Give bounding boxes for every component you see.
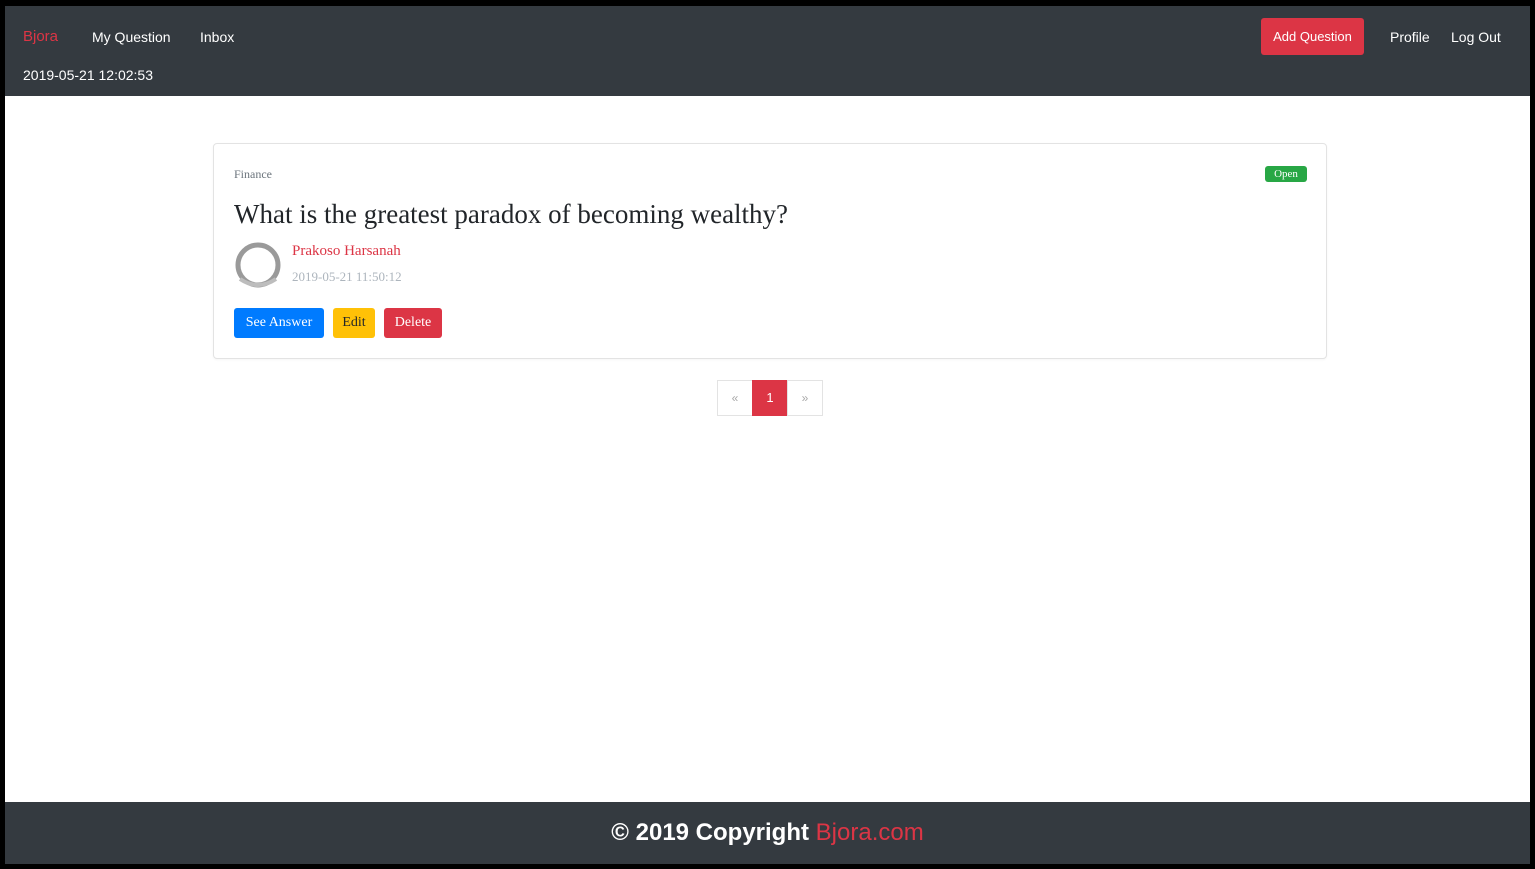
pagination: « 1 » [717, 380, 823, 416]
brand-link[interactable]: Bjora [23, 28, 58, 45]
app-window: Bjora My Question Inbox 2019-05-21 12:02… [5, 6, 1530, 864]
post-date: 2019-05-21 11:50:12 [292, 269, 402, 284]
current-datetime: 2019-05-21 12:02:53 [23, 67, 153, 83]
add-question-button[interactable]: Add Question [1261, 18, 1364, 55]
page-next-button[interactable]: » [787, 380, 823, 416]
nav-profile[interactable]: Profile [1390, 29, 1430, 45]
question-category: Finance [234, 167, 272, 181]
navbar: Bjora My Question Inbox 2019-05-21 12:02… [5, 6, 1530, 96]
status-badge: Open [1265, 166, 1307, 182]
author-link[interactable]: Prakoso Harsanah [292, 243, 401, 260]
page-1-button[interactable]: 1 [752, 380, 788, 416]
footer-site-link[interactable]: Bjora.com [816, 819, 924, 846]
footer-copyright: © 2019 Copyright [611, 819, 816, 846]
question-card: Finance Open What is the greatest parado… [213, 143, 1327, 359]
edit-button[interactable]: Edit [333, 308, 375, 338]
nav-logout[interactable]: Log Out [1451, 29, 1501, 45]
footer-text: © 2019 Copyright Bjora.com [5, 819, 1530, 847]
delete-button[interactable]: Delete [384, 308, 442, 338]
page-prev-button[interactable]: « [717, 380, 753, 416]
see-answer-button[interactable]: See Answer [234, 308, 324, 338]
footer: © 2019 Copyright Bjora.com [5, 802, 1530, 864]
nav-my-question[interactable]: My Question [92, 29, 171, 45]
avatar-icon [235, 242, 281, 288]
question-title: What is the greatest paradox of becoming… [234, 199, 789, 229]
nav-inbox[interactable]: Inbox [200, 29, 234, 45]
